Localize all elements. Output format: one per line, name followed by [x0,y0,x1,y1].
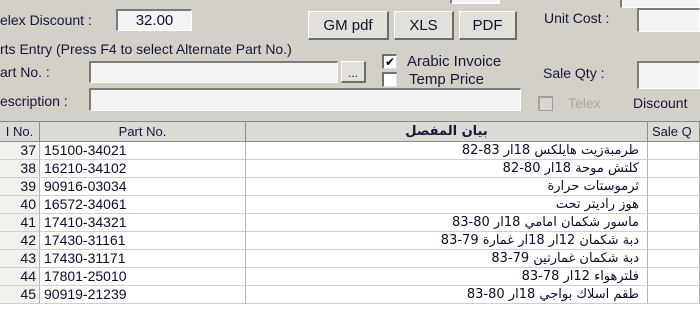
top-right-field[interactable] [620,0,700,8]
pdf-button[interactable]: PDF [459,11,517,40]
cell-sale-qty [648,142,700,160]
cell-part-no: 17430-31161 [40,232,246,250]
cell-sale-qty [648,160,700,178]
header-description[interactable]: بيان المفصل [246,122,648,142]
cell-part-no: 16210-34102 [40,160,246,178]
cell-description: دبة شكمان 12ار 18ار غمارة 79-83 [246,232,648,250]
cell-description: طقم اسلاك بواجي 18ار 80-83 [246,286,648,304]
cell-description: كلتش موحة 18ار 80-82 [246,160,648,178]
cell-description: ثرموستات حرارة [246,178,648,196]
telex-checkbox[interactable] [538,96,553,111]
parts-grid[interactable]: I No. Part No. بيان المفصل Sale Q 37 151… [0,121,700,323]
table-row[interactable]: 41 17410-34321 ماسور شكمان امامي 18ار 80… [0,214,700,232]
cell-line-no: 43 [0,250,40,268]
unit-cost-label: Unit Cost : [544,10,610,26]
part-no-input[interactable] [89,61,338,83]
header-line-no[interactable]: I No. [0,122,40,142]
cell-description: طرمبةزيت هايلكس 18ار 83-82 [246,142,648,160]
table-row[interactable]: 43 17430-31171 دبة شكمان غمارتين 79-83 [0,250,700,268]
telex-discount-field[interactable]: 32.00 [116,9,192,31]
table-row[interactable]: 45 90919-21239 طقم اسلاك بواجي 18ار 80-8… [0,286,700,304]
cell-description: دبة شكمان غمارتين 79-83 [246,250,648,268]
description-label: escription : [0,93,68,109]
cell-part-no: 17801-25010 [40,268,246,286]
part-no-label: art No. : [0,64,50,80]
cell-part-no: 90916-03034 [40,178,246,196]
table-row[interactable]: 42 17430-31161 دبة شكمان 12ار 18ار غمارة… [0,232,700,250]
table-row[interactable]: 40 16572-34061 هوز راديتر تحت [0,196,700,214]
temp-price-checkbox[interactable] [382,72,397,87]
cell-sale-qty [648,214,700,232]
checkmark-icon: ✔ [384,55,396,69]
cell-part-no: 17410-34321 [40,214,246,232]
cell-part-no: 90919-21239 [40,286,246,304]
parts-entry-heading: rts Entry (Press F4 to select Alternate … [0,41,292,57]
cell-line-no: 39 [0,178,40,196]
arabic-invoice-label: Arabic Invoice [407,53,502,70]
cell-description: فلترهواء 12ار 78-83 [246,268,648,286]
gm-pdf-button[interactable]: GM pdf [308,11,389,40]
browse-part-button[interactable]: ... [341,61,366,83]
cell-part-no: 16572-34061 [40,196,246,214]
telex-label: Telex [568,95,601,111]
cell-line-no: 41 [0,214,40,232]
telex-discount-label: elex Discount : [0,12,92,28]
table-row[interactable]: 37 15100-34021 طرمبةزيت هايلكس 18ار 83-8… [0,142,700,160]
header-part-no[interactable]: Part No. [40,122,246,142]
cell-sale-qty [648,178,700,196]
cell-line-no: 40 [0,196,40,214]
discount-label: Discount [633,95,688,111]
cell-line-no: 37 [0,142,40,160]
top-field-fragment[interactable] [450,0,500,4]
temp-price-label: Temp Price [409,71,485,88]
cell-description: ماسور شكمان امامي 18ار 80-83 [246,214,648,232]
cell-sale-qty [648,286,700,304]
sale-qty-input[interactable] [637,61,700,89]
cell-part-no: 15100-34021 [40,142,246,160]
description-input[interactable] [89,88,521,111]
header-sale-qty[interactable]: Sale Q [648,122,700,142]
cell-line-no: 42 [0,232,40,250]
cell-line-no: 38 [0,160,40,178]
cell-sale-qty [648,268,700,286]
cell-description: هوز راديتر تحت [246,196,648,214]
cell-part-no: 17430-31171 [40,250,246,268]
cell-sale-qty [648,232,700,250]
cell-line-no: 45 [0,286,40,304]
cell-sale-qty [648,196,700,214]
unit-cost-field[interactable] [637,8,700,32]
sale-qty-label: Sale Qty : [543,65,605,81]
table-row[interactable]: 38 16210-34102 كلتش موحة 18ار 80-82 [0,160,700,178]
table-row[interactable]: 39 90916-03034 ثرموستات حرارة [0,178,700,196]
cell-sale-qty [648,250,700,268]
cell-line-no: 44 [0,268,40,286]
xls-button[interactable]: XLS [394,11,454,40]
arabic-invoice-checkbox[interactable]: ✔ [382,54,397,69]
table-row[interactable]: 44 17801-25010 فلترهواء 12ار 78-83 [0,268,700,286]
